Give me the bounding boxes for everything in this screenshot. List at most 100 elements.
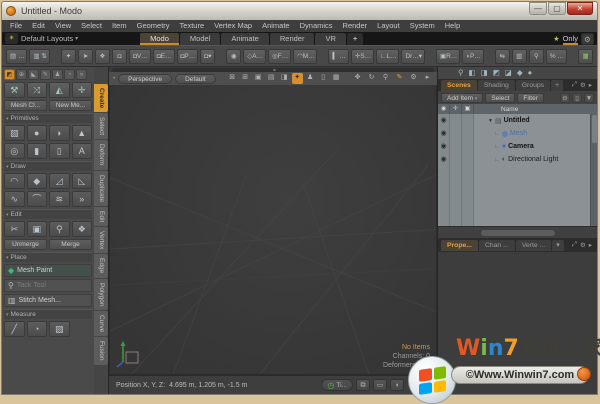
ghost-mode-icon-active[interactable]: ✦ — [292, 73, 303, 84]
maximize-button[interactable]: ▢ — [548, 2, 566, 15]
unmerge-button[interactable]: Unmerge — [4, 239, 47, 250]
viewport-drag-handle[interactable] — [112, 68, 434, 72]
tree-row-camera[interactable]: ∟ ● Camera — [474, 140, 590, 153]
add-item-button[interactable]: Add Item ▾ — [441, 93, 483, 103]
panel-gear-icon[interactable]: ⚙ — [580, 241, 586, 249]
eye-icon[interactable]: ◉ — [438, 153, 449, 166]
toolbar-swap-button[interactable]: ⇆ — [495, 49, 510, 64]
palette-figure-icon[interactable]: ♟ — [52, 69, 63, 80]
stitch-mesh-tool[interactable]: ▥ Stitch Mesh... — [4, 294, 92, 307]
toolbar-monitor-button[interactable]: ▦ — [578, 49, 593, 64]
quick-tool-2[interactable]: ⤨ — [27, 82, 48, 98]
protractor-tool-button[interactable]: ◔ — [27, 321, 48, 337]
toolbar-percent-button[interactable]: % … — [546, 49, 567, 64]
gear-icon[interactable]: ⚙ — [581, 33, 594, 45]
default-layouts-dropdown[interactable]: Default Layouts — [21, 34, 73, 43]
item-cube-icon-1[interactable]: ◧ — [469, 67, 476, 79]
menu-layout[interactable]: Layout — [372, 20, 405, 32]
quick-tool-3[interactable]: ◭ — [49, 82, 70, 98]
tack-tool[interactable]: ⚲ Tack Tool — [4, 279, 92, 292]
view-mode-dropdown[interactable]: Perspective — [118, 74, 172, 84]
menu-system[interactable]: System — [405, 20, 440, 32]
select-button[interactable]: Select — [485, 93, 515, 103]
tree-row-directional-light[interactable]: ∟ ◐ Directional Light — [474, 153, 590, 166]
capsule-primitive-button[interactable]: ◗ — [49, 125, 70, 141]
material-icon[interactable]: ◆ — [517, 67, 523, 79]
sphere-primitive-button[interactable]: ● — [27, 125, 48, 141]
item-cube-icon-2[interactable]: ◨ — [481, 67, 488, 79]
toolbar-magnifier-button[interactable]: ⚲ — [529, 49, 544, 64]
menu-help[interactable]: Help — [440, 20, 465, 32]
add-panel-tab-button[interactable]: + — [551, 80, 563, 91]
list-view-icon[interactable]: ▤ — [266, 73, 277, 84]
cube-primitive-button[interactable]: ▧ — [4, 125, 25, 141]
toolbar-edges-mode-button[interactable]: ◘E… — [153, 49, 175, 64]
dimension-tool-button[interactable]: ▧ — [49, 321, 70, 337]
minimize-button[interactable]: — — [529, 2, 547, 15]
toolbar-auto-mode-button[interactable]: ◘ — [112, 49, 127, 64]
text-primitive-button[interactable]: A — [72, 143, 93, 159]
tab-animate[interactable]: Animate — [221, 33, 269, 45]
close-button[interactable]: ✕ — [567, 2, 593, 15]
toolbar-morph-button[interactable]: ◠M… — [293, 49, 317, 64]
vtab-select[interactable]: Select — [94, 113, 108, 139]
toolbar-item-list-button[interactable]: ▤ … — [6, 49, 27, 64]
tab-shading[interactable]: Shading — [478, 80, 515, 91]
edit-section-header[interactable]: ▾ Edit — [4, 209, 92, 219]
menu-view[interactable]: View — [50, 20, 76, 32]
tab-model[interactable]: Model — [180, 33, 220, 45]
spline-tool-button[interactable]: ≋ — [49, 191, 70, 207]
menu-render[interactable]: Render — [338, 20, 373, 32]
tab-vertex-map[interactable]: Verte ... — [516, 240, 551, 251]
viewport-handle-icon[interactable]: • — [113, 76, 115, 82]
time-tool-button[interactable]: ◷ Ti... — [321, 379, 353, 391]
vtab-create[interactable]: Create — [94, 84, 108, 112]
curve-tool-button[interactable]: ⌒ — [27, 191, 48, 207]
panel-arrow-icon[interactable]: ▸ — [589, 81, 592, 89]
toolbar-mode-dropdown[interactable]: ◘▾ — [200, 49, 215, 64]
speaker-icon[interactable]: ◖ — [390, 379, 404, 391]
cylinder-primitive-button[interactable]: ▮ — [27, 143, 48, 159]
mesh-paint-tool[interactable]: ◆ Mesh Paint — [4, 264, 92, 277]
layers-icon[interactable]: ⧉ — [356, 379, 370, 391]
vtab-edge[interactable]: Edge — [94, 254, 108, 277]
filter-funnel-icon[interactable]: ▼ — [584, 93, 594, 103]
tab-channels[interactable]: Chan ... — [479, 240, 515, 251]
toolbar-panel-button[interactable]: ▥ — [512, 49, 527, 64]
solid-tool-button[interactable]: ▣ — [27, 221, 48, 237]
mesh-cleanup-button[interactable]: Mesh Cl... — [4, 100, 47, 111]
vtab-edit[interactable]: Edit — [94, 207, 108, 226]
horizontal-scrollbar[interactable] — [438, 226, 597, 238]
pin-tool-button[interactable]: ⚲ — [49, 221, 70, 237]
tree-row-mesh[interactable]: ∟ ◍ Mesh — [474, 127, 590, 140]
menu-vertex-map[interactable]: Vertex Map — [209, 20, 257, 32]
toolbar-falloff-button[interactable]: ◎F… — [268, 49, 291, 64]
quad-view-icon[interactable]: ⊞ — [240, 73, 251, 84]
pen-tool-button[interactable]: ◺ — [72, 173, 93, 189]
toolbar-items-mode-button[interactable]: ◉ — [226, 49, 241, 64]
tab-vr[interactable]: VR — [315, 33, 345, 45]
torus-primitive-button[interactable]: ◎ — [4, 143, 25, 159]
toolbar-action-center-button[interactable]: ◇A… — [243, 49, 266, 64]
menu-dynamics[interactable]: Dynamics — [295, 20, 338, 32]
cone-primitive-button[interactable]: ▲ — [72, 125, 93, 141]
figure-visibility-icon[interactable]: ♟ — [305, 73, 316, 84]
toolbar-actor-button[interactable]: ✦ — [61, 49, 76, 64]
toolbar-snapping-button[interactable]: ✛S… — [351, 49, 374, 64]
eye-icon[interactable]: ◉ — [438, 127, 449, 140]
polygon-tool-button[interactable]: ◿ — [49, 173, 70, 189]
toolbar-paint-select-button[interactable]: ❖ — [95, 49, 110, 64]
toolbar-polygons-mode-button[interactable]: ◘P… — [177, 49, 199, 64]
only-toggle[interactable]: Only — [563, 33, 578, 45]
delete-item-icon[interactable]: ▯ — [572, 93, 582, 103]
expander-icon[interactable]: ▼ — [488, 118, 493, 124]
grid-toggle-icon[interactable]: ⊠ — [227, 73, 238, 84]
grid-panel-icon[interactable]: ▦ — [331, 73, 342, 84]
vtab-deform[interactable]: Deform — [94, 140, 108, 169]
eye-icon[interactable]: ◉ — [438, 140, 449, 153]
instance-item-icon[interactable]: ◪ — [505, 67, 512, 79]
collapse-all-icon[interactable]: ⊖ — [560, 93, 570, 103]
vtab-duplicate[interactable]: Duplicate — [94, 171, 108, 206]
zoom-icon[interactable]: ⚲ — [380, 73, 391, 84]
place-section-header[interactable]: ▾ Place — [4, 252, 92, 262]
